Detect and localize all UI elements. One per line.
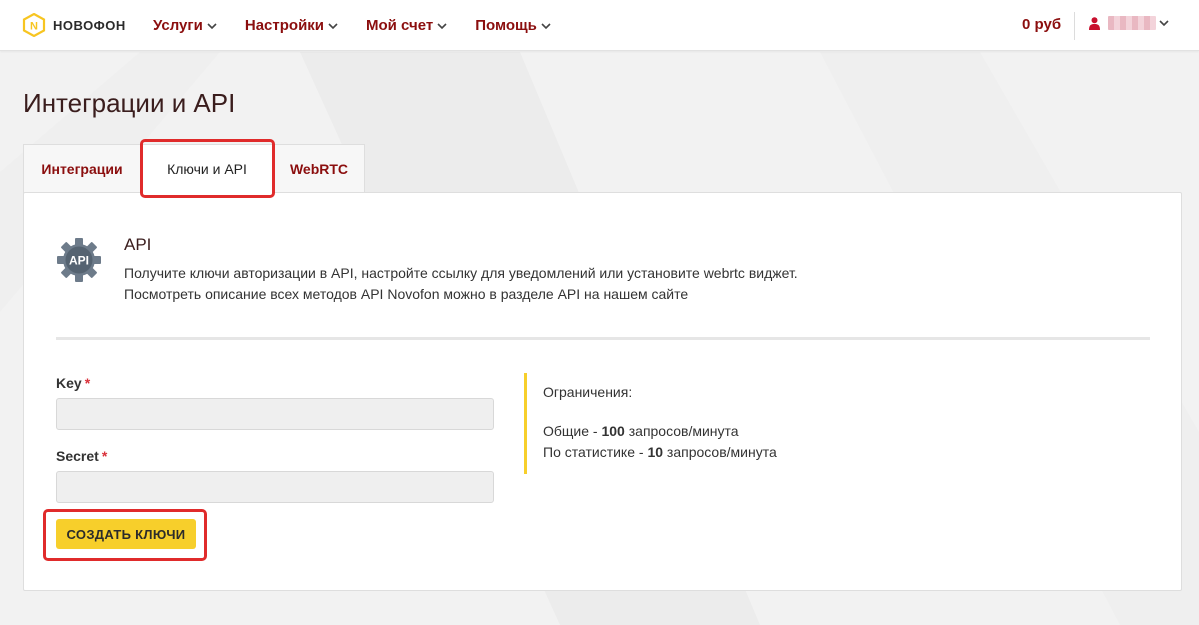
top-bar: N НОВОФОН Услуги Настройки Мой счет Помо… xyxy=(0,0,1199,51)
user-menu[interactable] xyxy=(1089,16,1169,30)
api-description-line-1: Получите ключи авторизации в API, настро… xyxy=(124,265,798,281)
secret-label: Secret * xyxy=(56,448,107,464)
create-keys-button[interactable]: СОЗДАТЬ КЛЮЧИ xyxy=(56,519,196,549)
balance[interactable]: 0 руб xyxy=(1022,16,1061,33)
limit-general-suffix: запросов/минута xyxy=(624,423,739,439)
main-nav: Услуги Настройки Мой счет Помощь xyxy=(153,0,579,51)
tab-integrations[interactable]: Интеграции xyxy=(23,144,141,193)
limit-general: Общие - 100 запросов/минута xyxy=(543,423,739,439)
user-name-redacted xyxy=(1108,16,1156,30)
nav-account-label: Мой счет xyxy=(366,17,434,34)
limits-title: Ограничения: xyxy=(543,384,633,400)
chevron-down-icon xyxy=(207,22,217,29)
chevron-down-icon xyxy=(328,22,338,29)
api-description-line-2: Посмотреть описание всех методов API Nov… xyxy=(124,286,689,302)
section-divider xyxy=(56,337,1150,340)
nav-settings-label: Настройки xyxy=(244,17,325,34)
page-title: Интеграции и API xyxy=(23,88,236,118)
limit-stats-value: 10 xyxy=(647,444,664,460)
api-icon-text: API xyxy=(69,254,89,268)
api-title: API xyxy=(124,235,152,254)
nav-settings[interactable]: Настройки xyxy=(245,17,338,34)
key-input[interactable] xyxy=(56,398,494,430)
limit-general-prefix: Общие - xyxy=(543,423,602,439)
novofon-logo-icon: N xyxy=(22,13,46,37)
logo-text: НОВОФОН xyxy=(53,17,126,33)
chevron-down-icon xyxy=(541,22,551,29)
limit-stats: По статистике - 10 запросов/минута xyxy=(543,444,777,460)
nav-account[interactable]: Мой счет xyxy=(366,17,447,34)
logo[interactable]: N НОВОФОН xyxy=(22,13,126,37)
key-label: Key * xyxy=(56,375,90,391)
tab-keys-and-api[interactable]: Ключи и API xyxy=(141,144,273,193)
required-mark: * xyxy=(101,448,108,464)
limit-general-value: 100 xyxy=(601,423,625,439)
secret-input[interactable] xyxy=(56,471,494,503)
nav-services[interactable]: Услуги xyxy=(153,17,217,34)
secret-label-text: Secret xyxy=(56,448,99,464)
chevron-down-icon xyxy=(437,22,447,29)
api-description: Получите ключи авторизации в API, настро… xyxy=(124,263,798,305)
tabs: Интеграции Ключи и API WebRTC xyxy=(23,144,365,193)
user-icon xyxy=(1089,16,1100,30)
limit-stats-prefix: По статистике - xyxy=(543,444,648,460)
header-divider xyxy=(1074,12,1075,40)
api-panel: API API Получите ключи авторизации в API… xyxy=(23,192,1182,591)
required-mark: * xyxy=(84,375,91,391)
key-label-text: Key xyxy=(56,375,82,391)
nav-help[interactable]: Помощь xyxy=(475,17,551,34)
svg-text:N: N xyxy=(30,21,38,33)
api-gear-icon: API xyxy=(57,238,101,282)
nav-services-label: Услуги xyxy=(153,17,203,34)
chevron-down-icon xyxy=(1159,19,1169,26)
nav-help-label: Помощь xyxy=(475,17,537,34)
limits-box: Ограничения: Общие - 100 запросов/минута… xyxy=(524,373,824,474)
limit-stats-suffix: запросов/минута xyxy=(663,444,777,460)
tab-webrtc[interactable]: WebRTC xyxy=(273,144,365,193)
